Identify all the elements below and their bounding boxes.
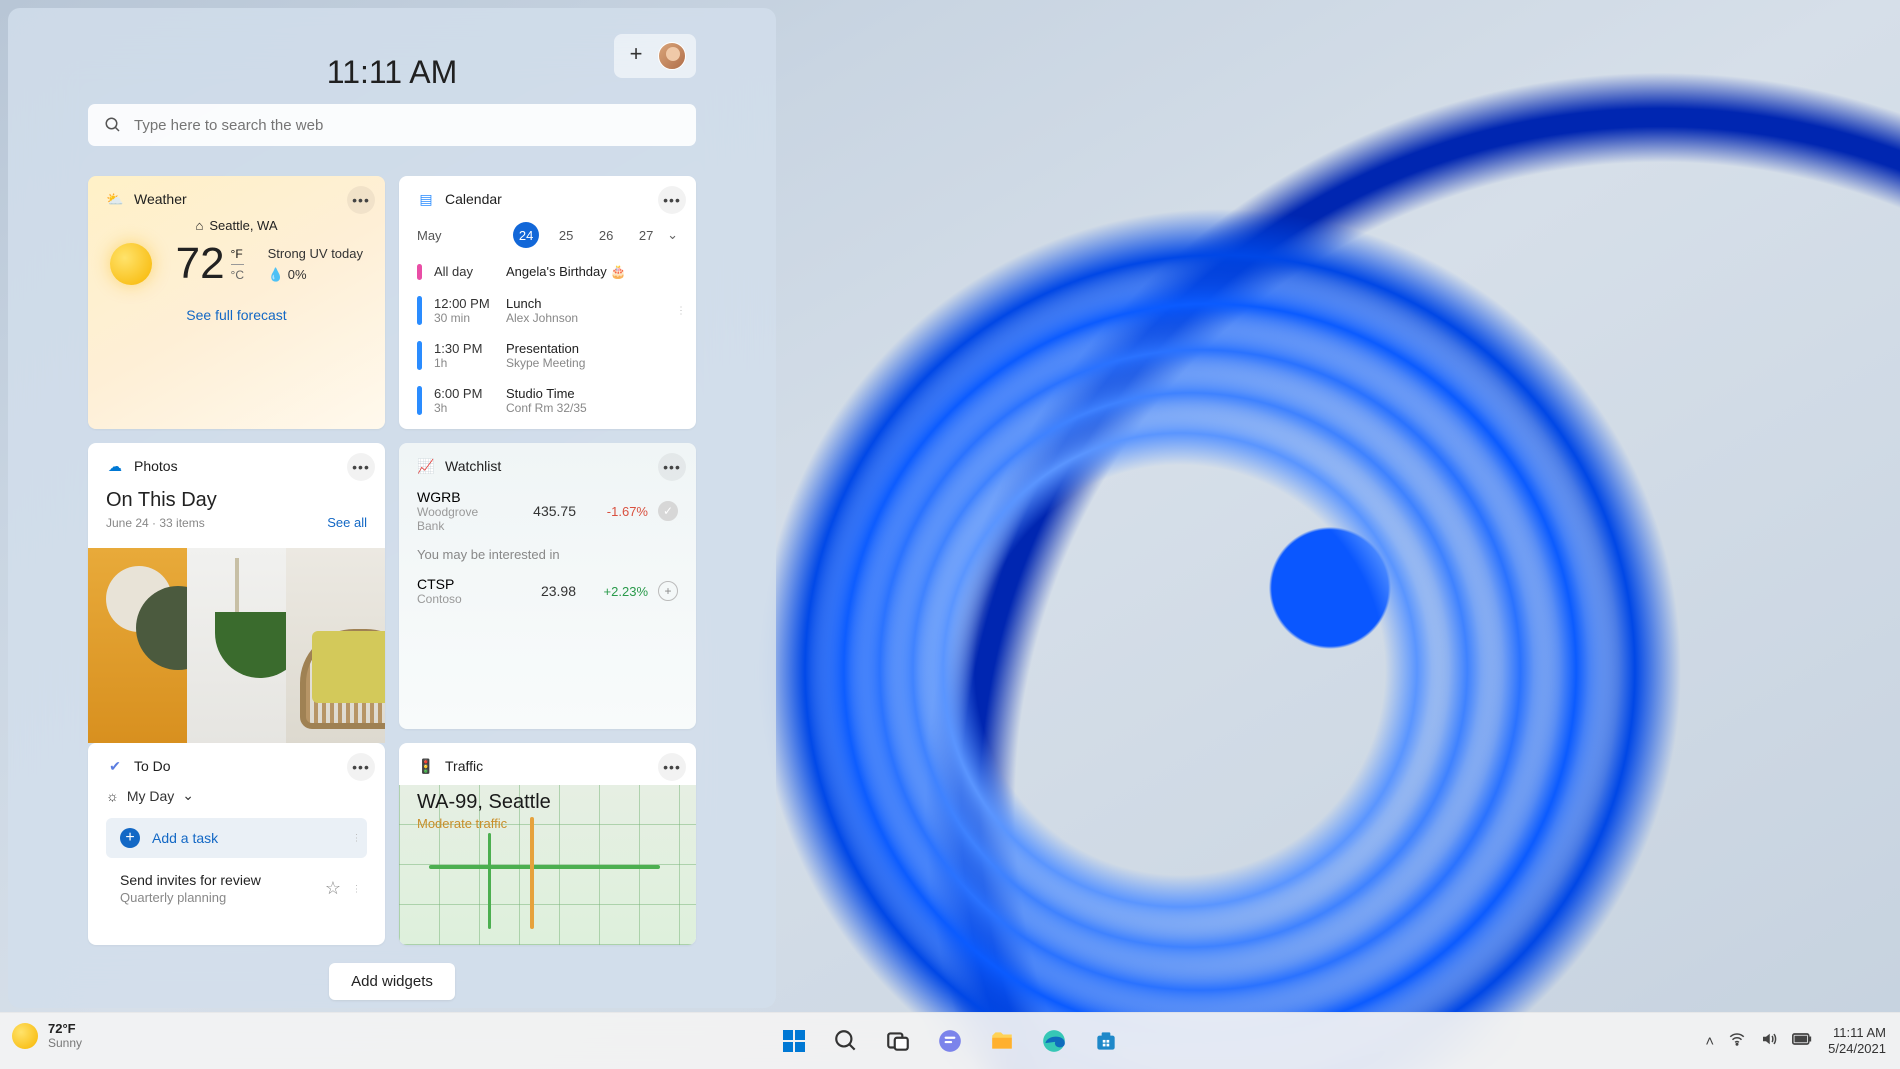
calendar-day[interactable]: 24 [513, 222, 539, 248]
taskbar-search-button[interactable] [825, 1020, 867, 1062]
calendar-days: 24 25 26 27 [513, 222, 659, 248]
photos-meta: June 24 · 33 items [106, 516, 217, 530]
myday-dropdown[interactable]: ☼ My Day ⌄ [106, 787, 367, 804]
widget-more-button[interactable]: ••• [658, 186, 686, 214]
photo-thumbnails[interactable] [88, 548, 385, 743]
weather-widget: ⛅ Weather ••• ⌂Seattle, WA 72 °F°C Strong… [88, 176, 385, 429]
calendar-day[interactable]: 27 [633, 222, 659, 248]
traffic-icon: 🚦 [417, 757, 435, 775]
taskbar: 72°FSunny ˄ 11:11 AM 5/24/2021 [0, 1012, 1900, 1069]
photos-heading: On This Day [106, 489, 217, 512]
chat-button[interactable] [929, 1020, 971, 1062]
calendar-event[interactable]: 1:30 PM1h PresentationSkype Meeting [417, 341, 678, 370]
see-all-link[interactable]: See all [327, 515, 367, 530]
add-widgets-button[interactable]: Add widgets [329, 963, 455, 1000]
add-widget-button[interactable]: + [624, 42, 648, 66]
weather-location: ⌂Seattle, WA [106, 218, 367, 233]
calendar-event[interactable]: 6:00 PM3h Studio TimeConf Rm 32/35 [417, 386, 678, 415]
system-tray: ˄ 11:11 AM 5/24/2021 [1705, 1013, 1886, 1069]
calendar-icon: ▤ [417, 190, 435, 208]
widget-title-label: Photos [134, 458, 178, 474]
watchlist-note: You may be interested in [417, 547, 678, 562]
widget-title-label: Calendar [445, 191, 502, 207]
calendar-day[interactable]: 26 [593, 222, 619, 248]
tray-overflow-icon[interactable]: ˄ [1705, 1033, 1714, 1050]
task-view-button[interactable] [877, 1020, 919, 1062]
panel-actions: + [614, 34, 696, 78]
watchlist-item[interactable]: CTSPContoso 23.98 +2.23% + [417, 576, 678, 606]
panel-time: 11:11 AM [327, 54, 457, 91]
calendar-day[interactable]: 25 [553, 222, 579, 248]
taskbar-clock[interactable]: 11:11 AM 5/24/2021 [1828, 1025, 1886, 1057]
store-button[interactable] [1085, 1020, 1127, 1062]
file-explorer-button[interactable] [981, 1020, 1023, 1062]
droplet-icon: 💧 [268, 267, 284, 283]
stocks-icon: 📈 [417, 457, 435, 475]
search-icon [104, 116, 122, 134]
event-more-icon[interactable]: ⋮ [676, 308, 686, 313]
battery-icon[interactable] [1792, 1032, 1812, 1050]
chevron-down-icon: ⌄ [182, 787, 194, 804]
todo-icon: ✔ [106, 757, 124, 775]
weather-precip: 0% [288, 267, 307, 282]
sun-outline-icon: ☼ [106, 788, 119, 804]
calendar-widget: ▤Calendar ••• May 24 25 26 27 ⌄ All d [399, 176, 696, 429]
calendar-month: May [417, 228, 442, 243]
add-task-button[interactable]: + Add a task ⋮ [106, 818, 367, 858]
edge-button[interactable] [1033, 1020, 1075, 1062]
cake-icon: 🎂 [610, 264, 626, 279]
weather-summary: Strong UV today [268, 246, 363, 261]
traffic-map[interactable]: WA-99, Seattle Moderate traffic [399, 785, 696, 945]
watchlist-widget: 📈 Watchlist ••• WGRBWoodgrove Bank 435.75… [399, 443, 696, 729]
widgets-panel: 11:11 AM + ⛅ Weather ••• ⌂Seattle, WA 72 … [8, 8, 776, 1008]
widget-more-button[interactable]: ••• [347, 753, 375, 781]
traffic-widget: 🚦 Traffic ••• WA-99, Seattle Moderate tra… [399, 743, 696, 945]
weather-icon: ⛅ [106, 190, 124, 208]
home-icon: ⌂ [195, 218, 203, 233]
weather-temp: 72 °F°C [176, 239, 244, 289]
plus-icon[interactable]: + [658, 581, 678, 601]
calendar-event[interactable]: All day Angela's Birthday 🎂 [417, 264, 678, 280]
star-icon[interactable]: ☆ [325, 878, 341, 899]
sunny-icon [12, 1023, 38, 1049]
search-input[interactable] [88, 104, 696, 146]
check-icon[interactable]: ✓ [658, 501, 678, 521]
photos-widget: ☁ Photos ••• On This Day June 24 · 33 ite… [88, 443, 385, 729]
photo-thumbnail[interactable] [88, 548, 187, 743]
widget-title-label: Traffic [445, 758, 483, 774]
todo-widget: ✔ To Do ••• ☼ My Day ⌄ + Add a task ⋮ Sen… [88, 743, 385, 945]
widgets-header: 11:11 AM + [88, 30, 696, 100]
widget-title-label: Watchlist [445, 458, 501, 474]
calendar-event[interactable]: 12:00 PM30 min LunchAlex Johnson ⋮ [417, 296, 678, 325]
widget-title-label: Weather [134, 191, 187, 207]
user-avatar[interactable] [658, 42, 686, 70]
task-more-icon[interactable]: ⋮ [352, 836, 361, 841]
full-forecast-link[interactable]: See full forecast [106, 307, 367, 323]
search-field[interactable] [134, 117, 680, 134]
start-button[interactable] [773, 1020, 815, 1062]
traffic-route: WA-99, Seattle [417, 791, 551, 814]
sun-icon [110, 243, 152, 285]
taskbar-center [773, 1020, 1127, 1062]
watchlist-item[interactable]: WGRBWoodgrove Bank 435.75 -1.67% ✓ [417, 489, 678, 533]
chevron-down-icon[interactable]: ⌄ [667, 227, 678, 243]
photo-thumbnail[interactable] [286, 548, 385, 743]
taskbar-weather[interactable]: 72°FSunny [12, 1021, 82, 1051]
task-more-icon[interactable]: ⋮ [352, 886, 361, 891]
widget-more-button[interactable]: ••• [658, 753, 686, 781]
widget-title-label: To Do [134, 758, 171, 774]
volume-icon[interactable] [1760, 1030, 1778, 1052]
widget-more-button[interactable]: ••• [347, 453, 375, 481]
photo-thumbnail[interactable] [187, 548, 286, 743]
wifi-icon[interactable] [1728, 1030, 1746, 1052]
widget-more-button[interactable]: ••• [658, 453, 686, 481]
plus-circle-icon: + [120, 828, 140, 848]
onedrive-icon: ☁ [106, 457, 124, 475]
task-item[interactable]: Send invites for review Quarterly planni… [106, 864, 367, 913]
widget-more-button[interactable]: ••• [347, 186, 375, 214]
